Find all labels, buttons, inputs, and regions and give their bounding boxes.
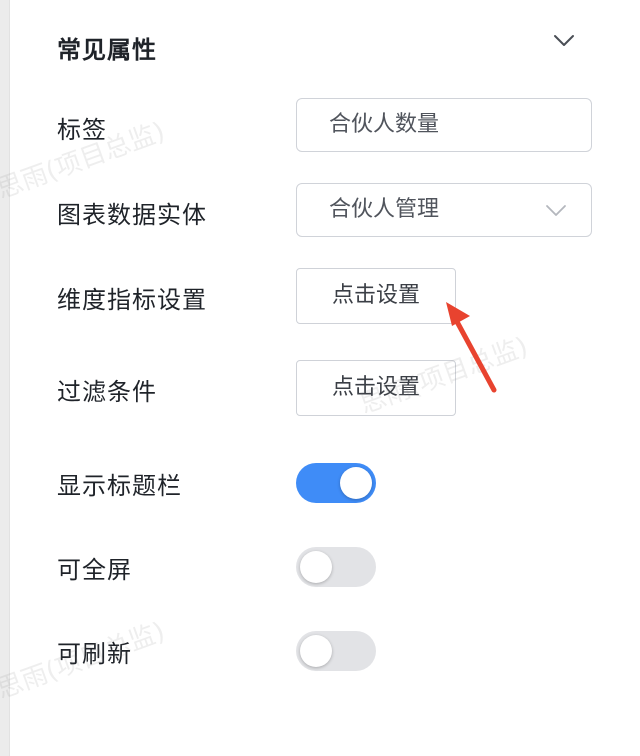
show-title-label: 显示标题栏 (57, 472, 182, 500)
show-title-toggle[interactable] (296, 463, 376, 503)
tag-input[interactable]: 合伙人数量 (296, 98, 592, 152)
metrics-settings-button[interactable]: 点击设置 (296, 268, 456, 324)
refresh-toggle[interactable] (296, 631, 376, 671)
section-title: 常见属性 (57, 36, 157, 64)
chevron-down-icon (546, 205, 566, 216)
fullscreen-toggle[interactable] (296, 547, 376, 587)
chevron-down-icon[interactable] (553, 34, 575, 48)
entity-select[interactable]: 合伙人管理 (296, 183, 592, 237)
tag-label: 标签 (57, 116, 107, 144)
toggle-knob (300, 551, 332, 583)
refresh-label: 可刷新 (57, 640, 132, 668)
metrics-label: 维度指标设置 (57, 286, 207, 314)
toggle-knob (340, 467, 372, 499)
properties-panel: 常见属性 标签 合伙人数量 图表数据实体 合伙人管理 维度指标设置 点击设置 过… (10, 0, 640, 756)
fullscreen-label: 可全屏 (57, 556, 132, 584)
entity-select-value: 合伙人管理 (329, 197, 440, 222)
page: 常见属性 标签 合伙人数量 图表数据实体 合伙人管理 维度指标设置 点击设置 过… (0, 0, 640, 756)
left-edge-divider (0, 0, 10, 756)
filter-label: 过滤条件 (57, 378, 157, 406)
entity-label: 图表数据实体 (57, 201, 207, 229)
filter-settings-button[interactable]: 点击设置 (296, 360, 456, 416)
toggle-knob (300, 635, 332, 667)
